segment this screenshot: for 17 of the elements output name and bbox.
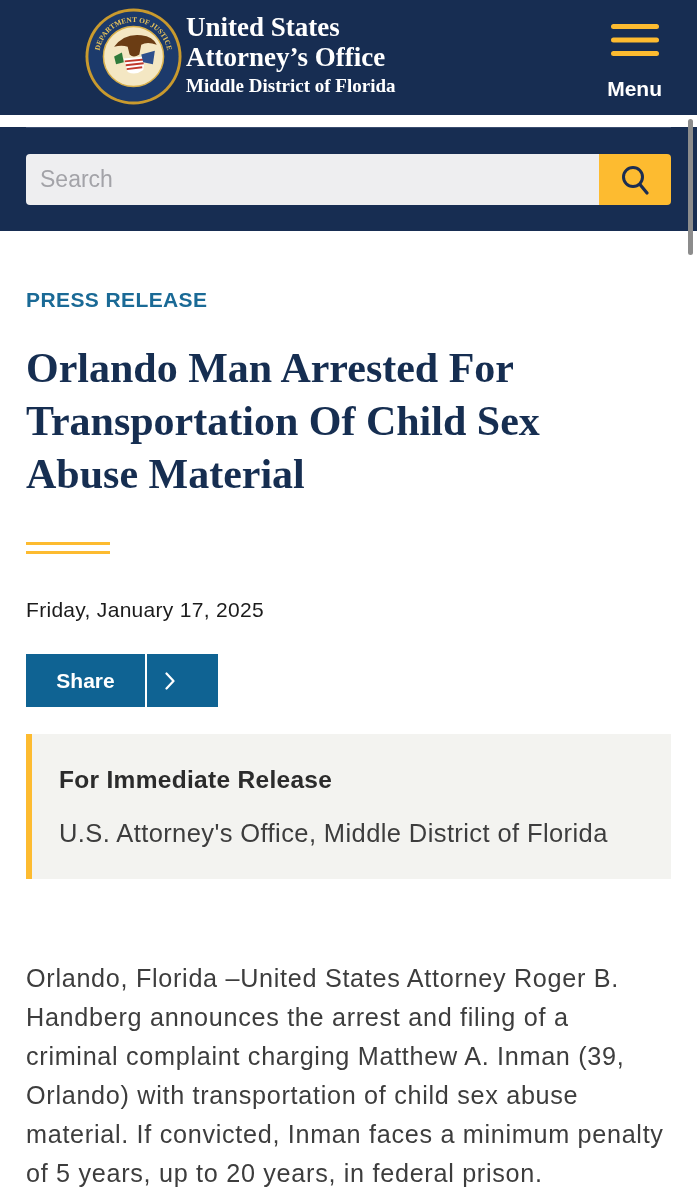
menu-button[interactable]: Menu	[607, 24, 662, 100]
article-title: Orlando Man Arrested For Transportation Of Child Sex Abuse Material	[26, 344, 541, 499]
category-label: PRESS RELEASE	[26, 288, 209, 312]
menu-icon	[610, 24, 659, 56]
share-button[interactable]: Share	[26, 654, 145, 707]
search-button[interactable]	[599, 154, 671, 205]
share-expand-button[interactable]	[147, 654, 218, 707]
publish-date: Friday, January 17, 2025	[26, 598, 265, 622]
site-subtitle: Middle District of Florida	[186, 73, 397, 98]
scrollbar-thumb[interactable]	[688, 119, 693, 255]
site-title[interactable]: United States Attorney’s Office	[186, 11, 426, 72]
release-heading: For Immediate Release	[59, 765, 334, 795]
body-paragraph: Orlando, Florida –United States Attorney Roger B. Handberg announces the arrest and filing of a criminal complaint charging Matthew A. Inman (39, Orlando) with transportation of child sex abuse material. If convicted, Inman faces a minimum penalty of 5 years, up to 20 years, in federal prison.	[26, 963, 665, 1189]
release-source: U.S. Attorney's Office, Middle District of Florida	[59, 818, 609, 848]
search-icon	[621, 164, 649, 195]
search-field[interactable]: Search	[26, 154, 599, 205]
chevron-right-icon	[165, 671, 175, 690]
